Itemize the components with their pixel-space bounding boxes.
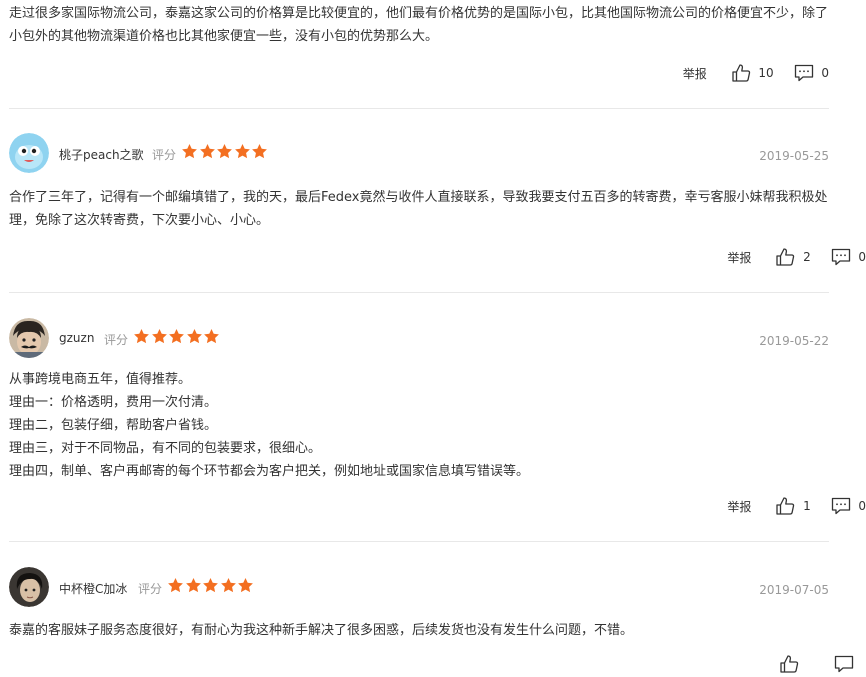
star-icon [252, 144, 267, 159]
star-icon [199, 144, 215, 159]
review-date: 2019-07-05 [759, 583, 829, 597]
review-text: 走过很多家国际物流公司，泰嘉这家公司的价格算是比较便宜的，他们最有价格优势的是国… [9, 6, 829, 44]
comment-count: 0 [858, 250, 866, 264]
comment-bubble-icon[interactable] [831, 496, 851, 516]
divider [9, 541, 829, 542]
review-header: 桃子peach之歌 评分 2019-05-25 [9, 133, 829, 177]
thumbs-up-icon[interactable] [775, 496, 795, 516]
star-icon [185, 578, 201, 593]
review-text: 从事跨境电商五年，值得推荐。 理由一：价格透明，费用一次付清。 理由二，包装仔细… [9, 368, 829, 483]
divider [9, 108, 829, 109]
review-date: 2019-05-25 [759, 149, 829, 163]
like-count: 1 [803, 499, 811, 513]
star-icon [203, 578, 218, 593]
comment-bubble-icon[interactable] [831, 247, 851, 267]
star-icon [186, 329, 202, 344]
username[interactable]: 中杯橙C加冰 [59, 580, 127, 597]
review-actions [779, 654, 866, 676]
thumbs-up-icon[interactable] [779, 654, 799, 674]
star-icon [234, 144, 250, 159]
review-item: gzuzn 评分 2019-05-22 从事跨境电商五年，值得推荐。 理由一：价… [9, 318, 829, 483]
username[interactable]: 桃子peach之歌 [59, 146, 144, 163]
rating-label: 评分 [152, 148, 177, 162]
divider [9, 292, 829, 293]
star-icon [168, 578, 183, 593]
report-button[interactable]: 举报 [727, 498, 751, 515]
comment-bubble-icon[interactable] [834, 654, 854, 674]
rating-label: 评分 [104, 333, 129, 347]
avatar[interactable] [9, 133, 49, 173]
review-line: 理由二，包装仔细，帮助客户省钱。 [9, 418, 218, 433]
review-actions: 举报 2 0 [727, 247, 866, 269]
star-rating [133, 328, 221, 346]
star-icon [217, 144, 232, 159]
review-date: 2019-05-22 [759, 334, 829, 348]
star-rating [167, 577, 255, 595]
review-line: 从事跨境电商五年，值得推荐。 [9, 372, 192, 387]
avatar[interactable] [9, 567, 49, 607]
avatar[interactable] [9, 318, 49, 358]
review-item: 走过很多家国际物流公司，泰嘉这家公司的价格算是比较便宜的，他们最有价格优势的是国… [9, 2, 829, 48]
review-actions: 举报 10 0 [683, 63, 829, 85]
report-button[interactable]: 举报 [683, 65, 707, 82]
star-icon [169, 329, 184, 344]
review-text: 泰嘉的客服妹子服务态度很好，有耐心为我这种新手解决了很多困惑，后续发货也没有发生… [9, 623, 634, 638]
review-item: 中杯橙C加冰 评分 2019-07-05 泰嘉的客服妹子服务态度很好，有耐心为我… [9, 567, 829, 642]
star-icon [134, 329, 149, 344]
review-header: 中杯橙C加冰 评分 2019-07-05 [9, 567, 829, 611]
username[interactable]: gzuzn [59, 331, 94, 345]
comment-count: 0 [858, 499, 866, 513]
review-actions: 举报 1 0 [727, 496, 866, 518]
star-icon [204, 329, 219, 344]
review-header: gzuzn 评分 2019-05-22 [9, 318, 829, 362]
review-text: 合作了三年了，记得有一个邮编填错了，我的天，最后Fedex竟然与收件人直接联系，… [9, 190, 828, 228]
review-line: 理由四，制单、客户再邮寄的每个环节都会为客户把关，例如地址或国家信息填写错误等。 [9, 464, 530, 479]
review-line: 理由三，对于不同物品，有不同的包装要求，很细心。 [9, 441, 322, 456]
like-count: 10 [758, 66, 774, 80]
comment-bubble-icon[interactable] [794, 63, 814, 83]
comment-count: 0 [821, 66, 829, 80]
rating-label: 评分 [138, 582, 163, 596]
like-count: 2 [803, 250, 811, 264]
star-icon [220, 578, 236, 593]
thumbs-up-icon[interactable] [731, 63, 751, 83]
star-rating [181, 143, 269, 161]
review-item: 桃子peach之歌 评分 2019-05-25 合作了三年了，记得有一个邮编填错… [9, 133, 829, 232]
star-icon [238, 578, 253, 593]
report-button[interactable]: 举报 [727, 249, 751, 266]
star-icon [151, 329, 167, 344]
review-line: 理由一：价格透明，费用一次付清。 [9, 395, 218, 410]
thumbs-up-icon[interactable] [775, 247, 795, 267]
star-icon [182, 144, 197, 159]
